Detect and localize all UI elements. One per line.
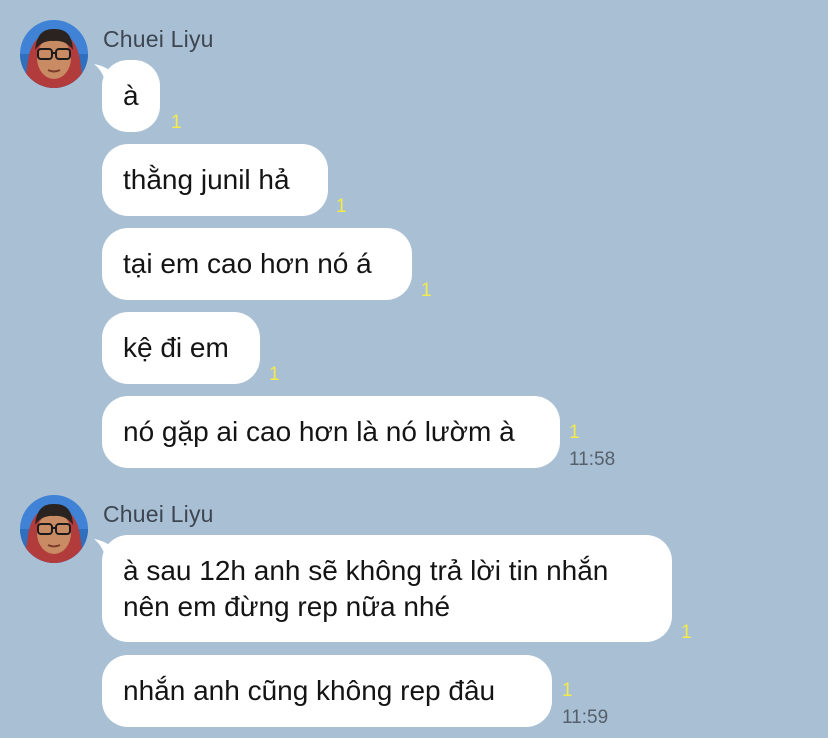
message-bubble[interactable]: tại em cao hơn nó á	[102, 228, 412, 300]
message-text: kệ đi em	[123, 332, 229, 363]
message-text: tại em cao hơn nó á	[123, 248, 372, 279]
message-time: 11:59	[562, 707, 609, 728]
message-bubble[interactable]: kệ đi em	[102, 312, 260, 384]
message-bubble[interactable]: à	[102, 60, 160, 132]
message-text: nhắn anh cũng không rep đâu	[123, 675, 496, 706]
avatar[interactable]	[20, 20, 88, 88]
message-text: nó gặp ai cao hơn là nó lườm à	[123, 416, 515, 447]
message-time: 11:58	[569, 449, 616, 470]
read-count: 1	[421, 280, 432, 301]
read-count: 1	[269, 364, 280, 385]
sender-name: Chuei Liyu	[103, 501, 214, 527]
message-bubble[interactable]: nó gặp ai cao hơn là nó lườm à	[102, 396, 560, 468]
message-text: nên em đừng rep nữa nhé	[123, 591, 451, 622]
message-bubble[interactable]: nhắn anh cũng không rep đâu	[102, 655, 552, 727]
read-count: 1	[569, 422, 580, 443]
message-text: thằng junil hả	[123, 164, 290, 195]
message-text: à sau 12h anh sẽ không trả lời tin nhắn	[123, 555, 609, 586]
message-text: à	[123, 80, 139, 111]
read-count: 1	[562, 680, 573, 701]
read-count: 1	[681, 622, 692, 643]
sender-name: Chuei Liyu	[103, 26, 214, 52]
read-count: 1	[171, 112, 182, 133]
message-bubble[interactable]: à sau 12h anh sẽ không trả lời tin nhắn …	[102, 535, 672, 642]
avatar[interactable]	[20, 495, 88, 563]
message-bubble[interactable]: thằng junil hả	[102, 144, 328, 216]
read-count: 1	[336, 196, 347, 217]
